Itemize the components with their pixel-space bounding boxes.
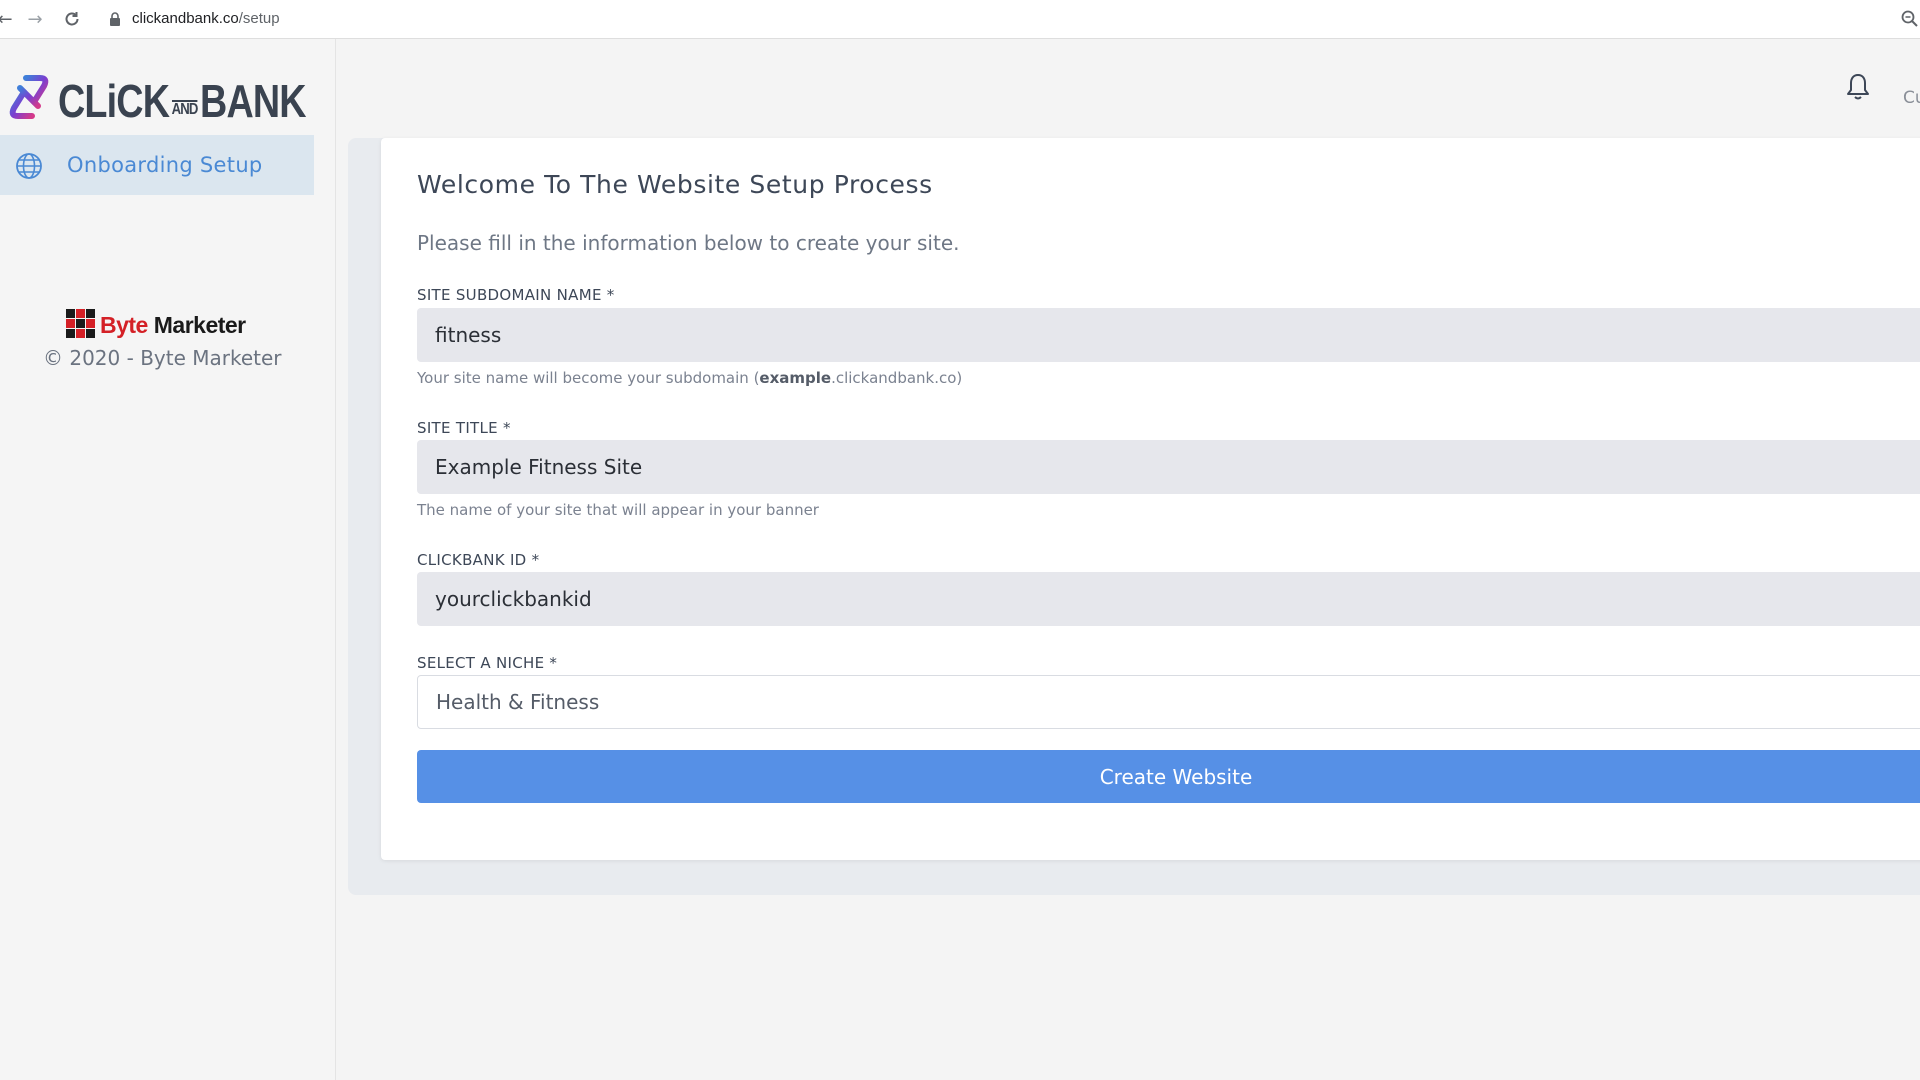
zoom-icon[interactable] — [1900, 9, 1920, 29]
address-bar[interactable]: clickandbank.co/setup — [132, 10, 280, 27]
subdomain-label: SITE SUBDOMAIN NAME * — [417, 286, 615, 304]
byte-word: Byte — [100, 312, 148, 338]
url-domain: clickandbank.co — [132, 10, 239, 27]
browser-toolbar: ← → clickandbank.co/setup — [0, 0, 1920, 39]
chain-link-icon — [9, 75, 49, 119]
setup-card: Welcome To The Website Setup Process Ple… — [381, 138, 1920, 860]
clickbank-id-input[interactable]: yourclickbankid — [417, 572, 1920, 626]
byte-grid-icon — [66, 309, 95, 338]
site-title-help: The name of your site that will appear i… — [417, 501, 819, 519]
user-menu[interactable]: Cu — [1903, 88, 1920, 108]
clickbank-id-label: CLICKBANK ID * — [417, 551, 540, 569]
url-path: /setup — [238, 10, 280, 27]
logo-wordmark: CLiCK ANDBANK — [58, 74, 307, 128]
byte-marketer-wordmark: Byte Marketer — [100, 312, 246, 339]
subdomain-help-suffix: .clickandbank.co) — [831, 369, 963, 387]
logo-bank: BANK — [200, 75, 307, 127]
create-website-button[interactable]: Create Website — [417, 750, 1920, 803]
niche-label: SELECT A NICHE * — [417, 654, 558, 672]
sidebar-item-label: Onboarding Setup — [67, 153, 263, 177]
subdomain-input[interactable]: fitness — [417, 308, 1920, 362]
forward-arrow-icon[interactable]: → — [24, 8, 46, 30]
subdomain-help-prefix: Your site name will become your subdomai… — [417, 369, 760, 387]
marketer-word: Marketer — [153, 312, 246, 338]
create-website-label: Create Website — [1099, 764, 1253, 789]
lock-icon[interactable] — [108, 12, 122, 27]
copyright-text: © 2020 - Byte Marketer — [43, 346, 282, 370]
logo-and: AND — [171, 100, 198, 118]
site-title-input[interactable]: Example Fitness Site — [417, 440, 1920, 494]
page-subtitle: Please fill in the information below to … — [417, 231, 960, 255]
niche-select[interactable]: Health & Fitness — [417, 675, 1920, 729]
globe-icon — [16, 153, 42, 179]
site-title-label: SITE TITLE * — [417, 419, 511, 437]
click-and-bank-logo[interactable]: CLiCK ANDBANK — [6, 72, 307, 128]
bell-icon[interactable] — [1844, 72, 1872, 102]
logo-click: CLiCK — [58, 75, 170, 127]
page-title: Welcome To The Website Setup Process — [417, 170, 933, 199]
subdomain-help-bold: example — [759, 369, 832, 387]
back-arrow-icon[interactable]: ← — [0, 8, 16, 30]
subdomain-help: Your site name will become your subdomai… — [417, 369, 962, 387]
sidebar: CLiCK ANDBANK Onboarding Setup Byte Marke… — [0, 39, 336, 1080]
byte-marketer-logo: Byte Marketer — [66, 309, 256, 341]
sidebar-item-onboarding-setup[interactable]: Onboarding Setup — [0, 135, 314, 195]
reload-icon[interactable] — [61, 8, 83, 30]
